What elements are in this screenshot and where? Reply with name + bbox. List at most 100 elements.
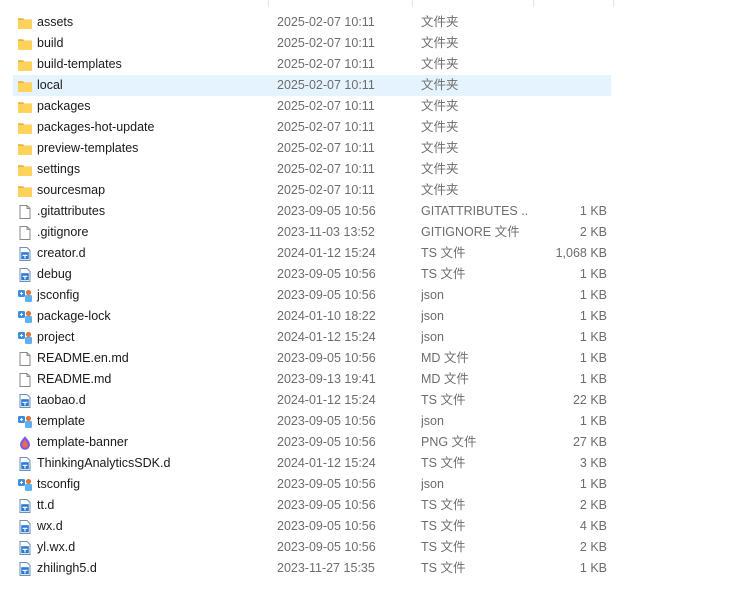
file-row[interactable]: packages-hot-update 2025-02-07 10:11 文件夹 [0, 117, 732, 138]
file-row[interactable]: ThinkingAnalyticsSDK.d 2024-01-12 15:24 TS… [0, 453, 732, 474]
column-divider-date[interactable] [412, 0, 413, 7]
ts-file-icon [17, 519, 33, 535]
folder-icon [17, 15, 33, 31]
file-modified-date: 2025-02-07 10:11 [277, 99, 375, 113]
file-modified-date: 2025-02-07 10:11 [277, 141, 375, 155]
file-name: packages [37, 99, 91, 113]
file-size: 1 KB [579, 372, 607, 386]
folder-icon [17, 57, 33, 73]
file-type: TS 文件 [421, 246, 466, 260]
file-name: zhilingh5.d [37, 561, 97, 575]
file-modified-date: 2023-09-05 10:56 [277, 288, 376, 302]
file-type: TS 文件 [421, 498, 466, 512]
file-row[interactable]: local 2025-02-07 10:11 文件夹 [0, 75, 732, 96]
file-row[interactable]: .gitattributes 2023-09-05 10:56 GITATTRIBU… [0, 201, 732, 222]
file-row[interactable]: jsconfig 2023-09-05 10:56 json 1 KB [0, 285, 732, 306]
file-type: TS 文件 [421, 267, 466, 281]
blank-file-icon [17, 372, 33, 388]
file-size: 1,068 KB [555, 246, 607, 260]
file-name: creator.d [37, 246, 86, 260]
file-row[interactable]: README.en.md 2023-09-05 10:56 MD 文件 1 KB [0, 348, 732, 369]
file-row[interactable]: README.md 2023-09-13 19:41 MD 文件 1 KB [0, 369, 732, 390]
file-name: ThinkingAnalyticsSDK.d [37, 456, 171, 470]
column-divider-size[interactable] [613, 0, 614, 7]
file-row[interactable]: template 2023-09-05 10:56 json 1 KB [0, 411, 732, 432]
file-type: 文件夹 [421, 36, 459, 50]
file-type: 文件夹 [421, 120, 459, 134]
column-divider-name[interactable] [268, 0, 269, 7]
file-row[interactable]: project 2024-01-12 15:24 json 1 KB [0, 327, 732, 348]
blank-file-icon [17, 351, 33, 367]
file-name: README.en.md [37, 351, 129, 365]
file-type: json [421, 309, 444, 323]
file-size: 2 KB [579, 225, 607, 239]
file-row[interactable]: .gitignore 2023-11-03 13:52 GITIGNORE 文件 2 … [0, 222, 732, 243]
file-row[interactable]: yl.wx.d 2023-09-05 10:56 TS 文件 2 KB [0, 537, 732, 558]
file-name: tsconfig [37, 477, 81, 491]
file-modified-date: 2024-01-10 18:22 [277, 309, 376, 323]
file-name: local [37, 78, 63, 92]
file-modified-date: 2023-09-05 10:56 [277, 414, 376, 428]
file-row[interactable]: preview-templates 2025-02-07 10:11 文件夹 [0, 138, 732, 159]
file-name: taobao.d [37, 393, 86, 407]
file-row[interactable]: zhilingh5.d 2023-11-27 15:35 TS 文件 1 KB [0, 558, 732, 579]
json-file-icon [17, 288, 33, 304]
file-modified-date: 2023-09-05 10:56 [277, 540, 376, 554]
file-row[interactable]: sourcesmap 2025-02-07 10:11 文件夹 [0, 180, 732, 201]
file-size: 1 KB [579, 561, 607, 575]
json-file-icon [17, 414, 33, 430]
file-row[interactable]: creator.d 2024-01-12 15:24 TS 文件 1,068 KB [0, 243, 732, 264]
file-modified-date: 2025-02-07 10:11 [277, 57, 375, 71]
file-modified-date: 2023-09-05 10:56 [277, 351, 376, 365]
blank-file-icon [17, 204, 33, 220]
file-row[interactable]: build 2025-02-07 10:11 文件夹 [0, 33, 732, 54]
file-type: TS 文件 [421, 456, 466, 470]
ts-file-icon [17, 498, 33, 514]
file-name: template [37, 414, 85, 428]
ts-file-icon [17, 267, 33, 283]
file-type: GITATTRIBUTES ... [421, 204, 529, 218]
file-modified-date: 2023-09-05 10:56 [277, 519, 376, 533]
file-size: 22 KB [572, 393, 607, 407]
file-type: 文件夹 [421, 141, 459, 155]
file-row[interactable]: packages 2025-02-07 10:11 文件夹 [0, 96, 732, 117]
file-modified-date: 2025-02-07 10:11 [277, 183, 375, 197]
file-modified-date: 2025-02-07 10:11 [277, 78, 375, 92]
file-type: json [421, 477, 444, 491]
file-size: 1 KB [579, 309, 607, 323]
file-name: preview-templates [37, 141, 139, 155]
column-divider-type[interactable] [533, 0, 534, 7]
file-type: 文件夹 [421, 57, 459, 71]
file-modified-date: 2025-02-07 10:11 [277, 120, 375, 134]
file-modified-date: 2023-09-05 10:56 [277, 204, 376, 218]
file-size: 1 KB [579, 351, 607, 365]
file-type: MD 文件 [421, 372, 469, 386]
file-name: tt.d [37, 498, 55, 512]
file-row[interactable]: debug 2023-09-05 10:56 TS 文件 1 KB [0, 264, 732, 285]
file-modified-date: 2023-11-27 15:35 [277, 561, 375, 575]
file-name: settings [37, 162, 81, 176]
file-type: TS 文件 [421, 393, 466, 407]
file-size: 1 KB [579, 414, 607, 428]
file-row[interactable]: tt.d 2023-09-05 10:56 TS 文件 2 KB [0, 495, 732, 516]
file-type: json [421, 414, 444, 428]
file-size: 1 KB [579, 477, 607, 491]
file-row[interactable]: template-banner 2023-09-05 10:56 PNG 文件 27 … [0, 432, 732, 453]
file-type: TS 文件 [421, 519, 466, 533]
file-row[interactable]: build-templates 2025-02-07 10:11 文件夹 [0, 54, 732, 75]
folder-icon [17, 99, 33, 115]
file-modified-date: 2023-09-05 10:56 [277, 267, 376, 281]
file-name: debug [37, 267, 72, 281]
file-name: assets [37, 15, 74, 29]
png-image-icon [17, 435, 33, 451]
file-row[interactable]: wx.d 2023-09-05 10:56 TS 文件 4 KB [0, 516, 732, 537]
file-row[interactable]: package-lock 2024-01-10 18:22 json 1 KB [0, 306, 732, 327]
file-row[interactable]: tsconfig 2023-09-05 10:56 json 1 KB [0, 474, 732, 495]
file-row[interactable]: taobao.d 2024-01-12 15:24 TS 文件 22 KB [0, 390, 732, 411]
file-row[interactable]: assets 2025-02-07 10:11 文件夹 [0, 12, 732, 33]
file-modified-date: 2024-01-12 15:24 [277, 246, 376, 260]
file-name: yl.wx.d [37, 540, 76, 554]
file-modified-date: 2023-09-05 10:56 [277, 435, 376, 449]
file-type: json [421, 288, 444, 302]
file-row[interactable]: settings 2025-02-07 10:11 文件夹 [0, 159, 732, 180]
